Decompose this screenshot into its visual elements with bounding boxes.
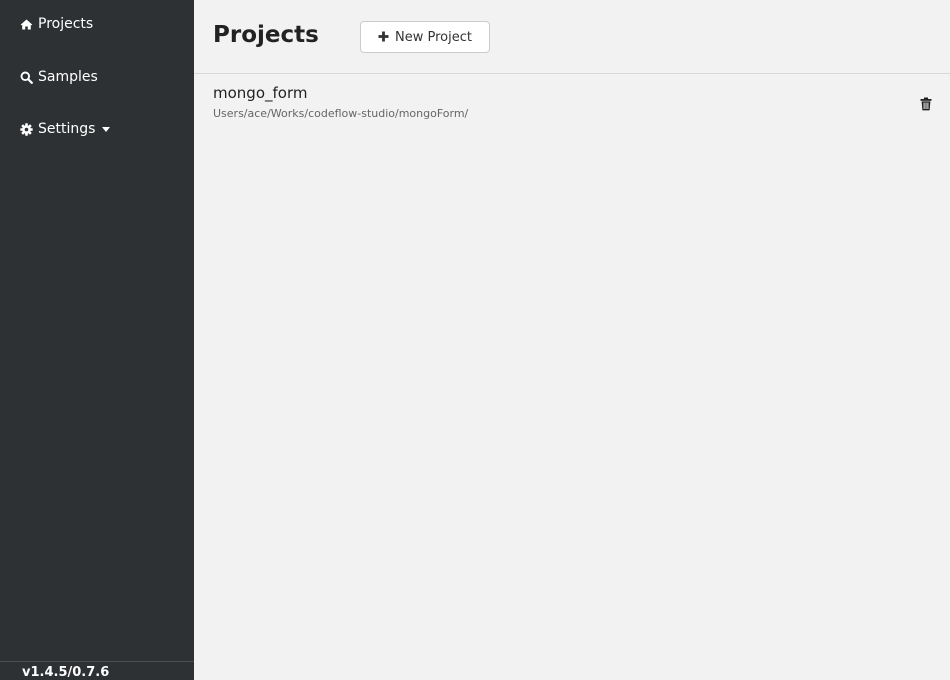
gear-icon [19,122,33,136]
project-list-item[interactable]: mongo_form Users/ace/Works/codeflow-stud… [194,74,950,130]
main-content: Projects New Project mongo_form Users/ac… [194,0,950,680]
sidebar-item-label: Projects [38,16,94,32]
home-icon [19,17,33,31]
sidebar: Projects Samples Settings v1.4.5/0.7.6 [0,0,194,680]
new-project-label: New Project [395,29,472,45]
new-project-button[interactable]: New Project [360,21,490,53]
sidebar-footer: v1.4.5/0.7.6 [0,661,194,680]
version-label: v1.4.5/0.7.6 [22,665,110,680]
app-window: Projects Samples Settings v1.4.5/0.7.6 P… [0,0,950,680]
chevron-down-icon [102,126,111,132]
trash-icon[interactable] [920,96,932,111]
page-header: Projects New Project [194,0,950,74]
sidebar-item-samples[interactable]: Samples [19,66,98,88]
plus-icon [378,29,389,45]
sidebar-item-label: Settings [38,121,96,137]
sidebar-item-projects[interactable]: Projects [19,13,93,35]
project-path: Users/ace/Works/codeflow-studio/mongoFor… [213,107,469,120]
project-name: mongo_form [213,84,308,102]
sidebar-item-label: Samples [38,69,98,85]
sidebar-item-settings[interactable]: Settings [19,118,111,140]
search-icon [19,70,33,84]
page-title: Projects [213,22,319,48]
